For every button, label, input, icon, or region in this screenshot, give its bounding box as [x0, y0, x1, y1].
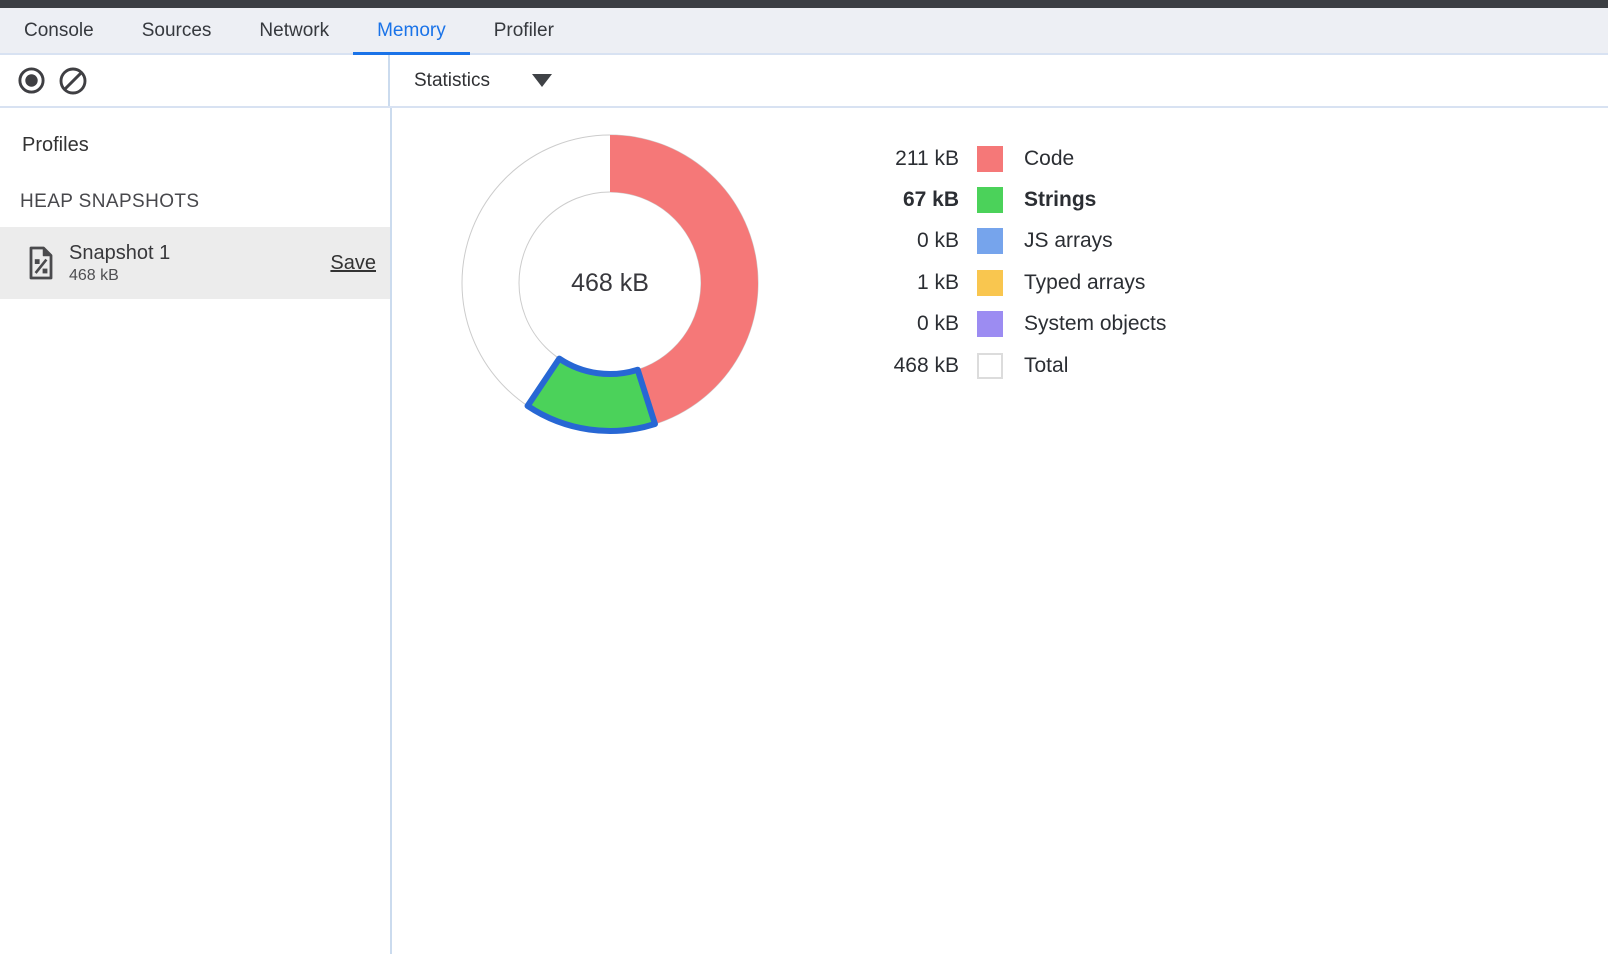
- legend-label: Code: [1024, 147, 1074, 171]
- tab-profiler[interactable]: Profiler: [470, 8, 578, 53]
- snapshot-list-item[interactable]: Snapshot 1 468 kB Save: [0, 227, 390, 299]
- heap-snapshot-file-icon: [28, 246, 54, 280]
- legend-swatch-icon: [977, 187, 1003, 213]
- perspective-dropdown[interactable]: Statistics: [414, 70, 552, 92]
- donut-outline: [519, 192, 701, 374]
- legend-label: JS arrays: [1024, 229, 1113, 253]
- legend-row-js-arrays[interactable]: 0 kB JS arrays: [839, 221, 1166, 262]
- legend-swatch-icon: [977, 146, 1003, 172]
- toolbar-left: [0, 55, 390, 106]
- content: Profiles HEAP SNAPSHOTS Snapshot 1 468 k…: [0, 108, 1608, 954]
- legend-label: Total: [1024, 354, 1068, 378]
- tab-console[interactable]: Console: [0, 8, 118, 53]
- toolbar-right: Statistics: [390, 55, 552, 106]
- legend-row-system-objects[interactable]: 0 kB System objects: [839, 304, 1166, 345]
- tab-memory[interactable]: Memory: [353, 8, 470, 53]
- toolbar: Statistics: [0, 55, 1608, 108]
- heap-snapshots-section-header: HEAP SNAPSHOTS: [20, 191, 390, 213]
- legend-swatch-icon: [977, 311, 1003, 337]
- legend-value: 468 kB: [839, 354, 959, 378]
- window-top-strip: [0, 0, 1608, 8]
- tab-sources[interactable]: Sources: [118, 8, 236, 53]
- clear-profiles-button[interactable]: [58, 66, 88, 96]
- snapshot-name: Snapshot 1: [69, 241, 170, 266]
- heap-donut-chart: [454, 127, 766, 439]
- record-icon: [17, 66, 46, 95]
- snapshot-info: Snapshot 1 468 kB: [69, 241, 170, 285]
- clear-icon: [58, 66, 88, 96]
- tab-network[interactable]: Network: [235, 8, 353, 53]
- record-heap-snapshot-button[interactable]: [16, 66, 46, 96]
- legend-swatch-icon: [977, 228, 1003, 254]
- tab-bar: ConsoleSourcesNetworkMemoryProfiler: [0, 8, 1608, 55]
- legend-row-total[interactable]: 468 kB Total: [839, 345, 1166, 386]
- legend-swatch-icon: [977, 270, 1003, 296]
- sidebar-title: Profiles: [22, 134, 390, 157]
- statistics-pane: 468 kB 211 kB Code 67 kB Strings 0 kB JS arra…: [392, 108, 1608, 954]
- save-snapshot-link[interactable]: Save: [330, 252, 376, 275]
- caret-down-icon: [532, 74, 552, 87]
- chart-legend: 211 kB Code 67 kB Strings 0 kB JS arrays 1 kB T…: [839, 138, 1166, 386]
- legend-label: Typed arrays: [1024, 271, 1145, 295]
- snapshot-size: 468 kB: [69, 266, 170, 285]
- legend-label: System objects: [1024, 312, 1166, 336]
- legend-value: 0 kB: [839, 229, 959, 253]
- legend-row-code[interactable]: 211 kB Code: [839, 138, 1166, 179]
- legend-value: 211 kB: [839, 147, 959, 171]
- legend-value: 0 kB: [839, 312, 959, 336]
- perspective-selected-label: Statistics: [414, 70, 490, 92]
- legend-label: Strings: [1024, 188, 1096, 212]
- legend-row-strings[interactable]: 67 kB Strings: [839, 179, 1166, 220]
- profiles-sidebar: Profiles HEAP SNAPSHOTS Snapshot 1 468 k…: [0, 108, 392, 954]
- legend-row-typed-arrays[interactable]: 1 kB Typed arrays: [839, 262, 1166, 303]
- legend-value: 67 kB: [839, 188, 959, 212]
- legend-value: 1 kB: [839, 271, 959, 295]
- legend-swatch-icon: [977, 353, 1003, 379]
